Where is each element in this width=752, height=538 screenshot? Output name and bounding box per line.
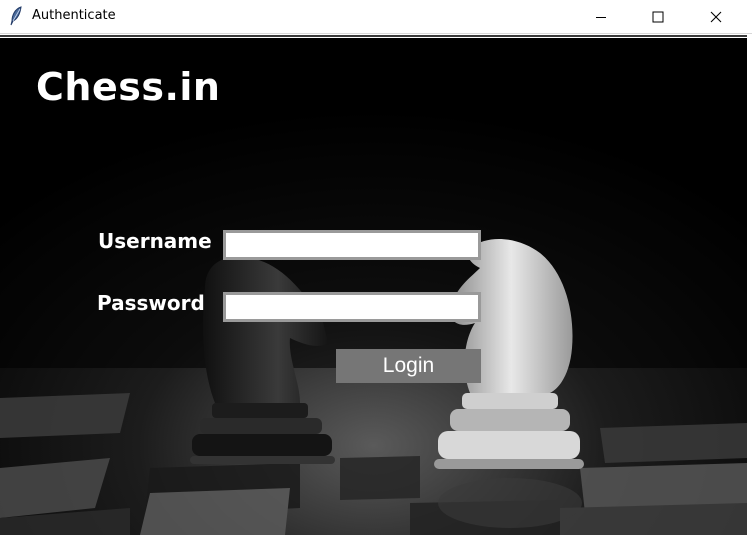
maximize-icon [652,11,664,22]
feather-icon [10,6,22,26]
window-border [0,35,747,37]
password-input[interactable] [223,292,481,322]
maximize-button[interactable] [635,0,681,33]
window-edge [747,38,752,538]
login-button[interactable]: Login [336,349,481,383]
password-label: Password [97,291,205,315]
close-icon [710,11,722,22]
username-label: Username [98,229,212,253]
minimize-button[interactable] [578,0,624,33]
username-input[interactable] [223,230,481,260]
close-button[interactable] [693,0,739,33]
login-window: Chess.in Username Password Login [0,38,747,535]
title-bar: Authenticate [0,0,752,34]
chess-background-image [0,38,747,535]
window-title: Authenticate [32,8,116,23]
minimize-icon [596,16,606,18]
brand-title: Chess.in [36,65,221,109]
